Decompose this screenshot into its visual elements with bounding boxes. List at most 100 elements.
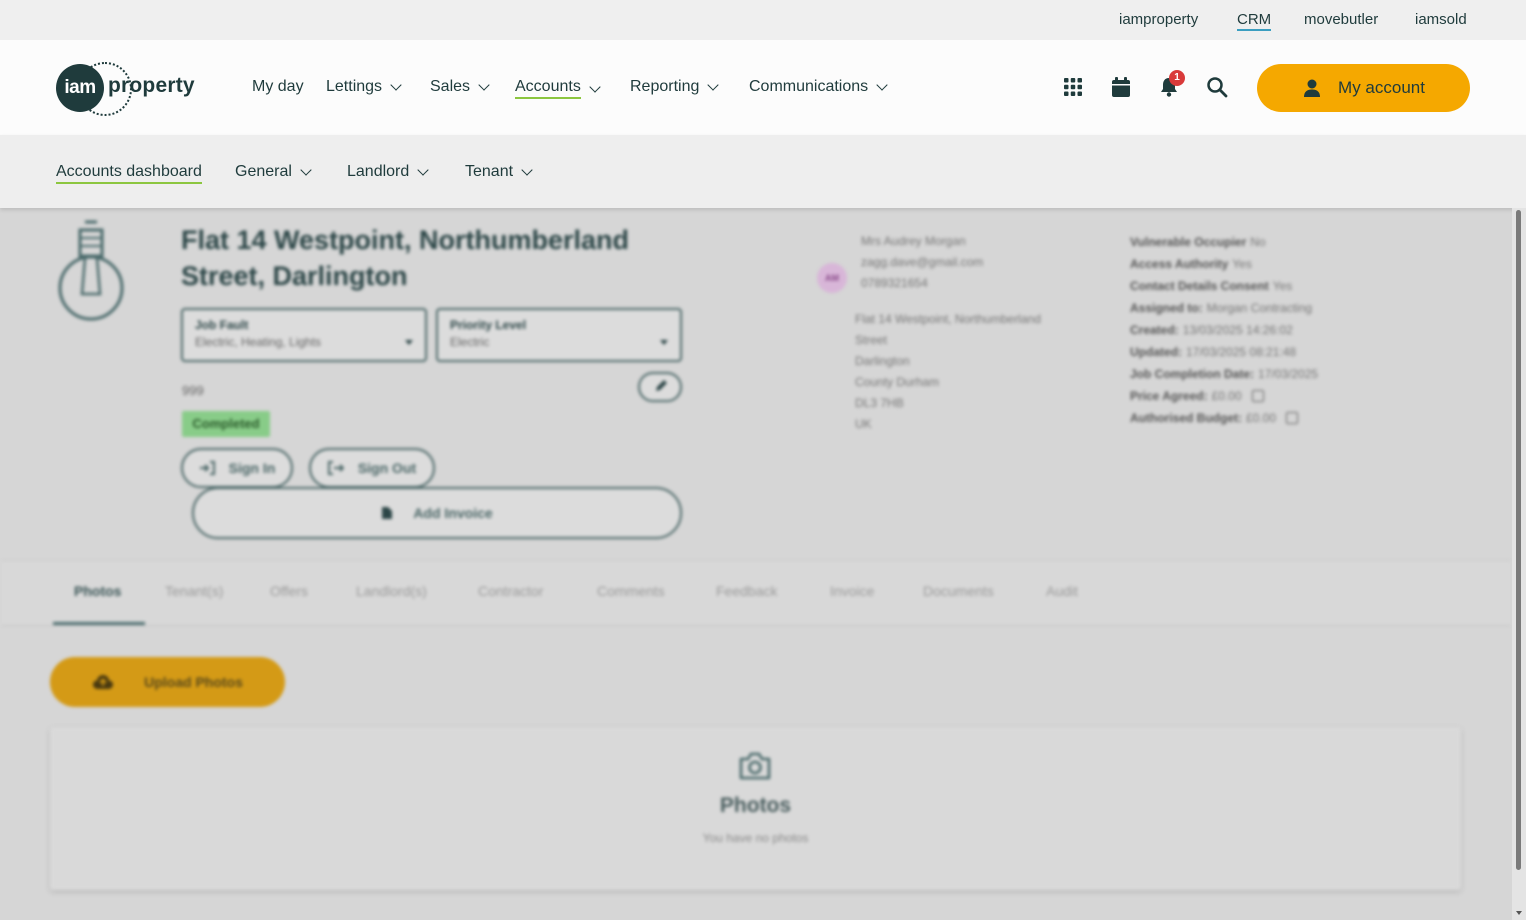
job-title: Flat 14 Westpoint, Northumberland Street…	[181, 222, 651, 294]
chevron-down-icon	[390, 79, 402, 91]
calendar-icon[interactable]	[1110, 76, 1132, 98]
scroll-down-icon[interactable]	[1516, 911, 1522, 915]
nav-accounts[interactable]: Accounts	[515, 78, 601, 99]
tab-documents[interactable]: Documents	[923, 583, 994, 599]
search-icon[interactable]	[1206, 76, 1228, 98]
priority-level-select[interactable]: Priority Level Electric	[436, 308, 682, 362]
meta-created: Created: 13/03/2025 14:26:02	[1130, 323, 1293, 337]
utility-link-iamproperty[interactable]: iamproperty	[1119, 11, 1198, 28]
user-icon	[1304, 79, 1321, 97]
meta-label: Authorised Budget:	[1130, 411, 1242, 425]
my-account-button[interactable]: My account	[1257, 64, 1470, 112]
utility-link-crm[interactable]: CRM	[1237, 11, 1272, 31]
notification-badge: 1	[1169, 70, 1185, 86]
cloud-upload-icon	[93, 675, 114, 689]
scrollbar-thumb[interactable]	[1516, 210, 1521, 870]
sign-in-button[interactable]: Sign In	[181, 448, 293, 488]
subnav-tenant[interactable]: Tenant	[465, 163, 533, 181]
active-tab-indicator	[53, 622, 145, 625]
subnav-label: Landlord	[347, 163, 410, 180]
meta-value: Yes	[1232, 257, 1252, 271]
meta-value: 13/03/2025 14:26:02	[1182, 323, 1293, 337]
nav-communications[interactable]: Communications	[749, 78, 888, 96]
logo-mark: iam	[56, 64, 104, 112]
chevron-down-icon	[417, 164, 429, 176]
apps-grid-icon[interactable]	[1062, 76, 1084, 98]
job-fault-label: Job Fault	[195, 318, 249, 332]
tab-tenants[interactable]: Tenant(s)	[165, 583, 223, 599]
tab-invoice[interactable]: Invoice	[830, 583, 874, 599]
edit-icon[interactable]	[1251, 390, 1264, 402]
meta-assigned-to: Assigned to: Morgan Contracting	[1130, 301, 1312, 315]
meta-label: Price Agreed:	[1130, 389, 1208, 403]
chevron-down-icon	[589, 80, 601, 93]
upload-photos-label: Upload Photos	[144, 674, 243, 690]
logo[interactable]: iam property	[56, 62, 206, 116]
address-line: DL3 7HB	[855, 396, 904, 410]
edit-icon[interactable]	[1286, 412, 1299, 424]
tab-audit[interactable]: Audit	[1046, 583, 1078, 599]
nav-lettings[interactable]: Lettings	[326, 78, 402, 96]
job-title-line-1: Flat 14 Westpoint, Northumberland	[181, 225, 630, 255]
tab-feedback[interactable]: Feedback	[716, 583, 777, 599]
tenant-name: Mrs Audrey Morgan	[861, 234, 966, 248]
nav-my-day[interactable]: My day	[252, 78, 304, 96]
subnav-accounts-dashboard[interactable]: Accounts dashboard	[56, 163, 202, 184]
tenant-email[interactable]: zagg.dave@gmail.com	[861, 255, 983, 269]
meta-value: Yes	[1272, 279, 1293, 293]
meta-label: Assigned to:	[1130, 301, 1203, 315]
job-reference: 999	[182, 383, 204, 398]
tab-photos[interactable]: Photos	[74, 583, 121, 599]
nav-reporting[interactable]: Reporting	[630, 78, 720, 96]
add-invoice-button[interactable]: Add Invoice	[192, 487, 682, 539]
chevron-down-icon	[300, 164, 312, 176]
meta-value: 17/03/2025	[1258, 367, 1319, 381]
file-icon	[382, 507, 393, 519]
nav-sales[interactable]: Sales	[430, 78, 490, 96]
sign-out-button[interactable]: Sign Out	[309, 448, 435, 488]
subnav-general[interactable]: General	[235, 163, 312, 181]
photos-title: Photos	[719, 794, 792, 817]
subnav-label: Tenant	[465, 163, 514, 180]
meta-value: £0.00	[1211, 389, 1242, 403]
subnav-label: Accounts dashboard	[56, 163, 202, 184]
tenant-phone[interactable]: 0789321654	[861, 276, 928, 290]
meta-value: 17/03/2025 08:21:48	[1186, 345, 1297, 359]
scrollbar[interactable]	[1512, 208, 1526, 920]
chevron-down-icon	[478, 79, 490, 91]
subnav-label: General	[235, 163, 292, 180]
caret-down-icon	[405, 340, 413, 345]
add-invoice-label: Add Invoice	[413, 505, 493, 521]
meta-vulnerable-occupier: Vulnerable Occupier No	[1130, 235, 1266, 249]
tab-landlords[interactable]: Landlord(s)	[356, 583, 427, 599]
meta-label: Contact Details Consent	[1130, 279, 1269, 293]
nav-label: Sales	[430, 78, 471, 95]
nav-label: Communications	[749, 78, 869, 95]
camera-icon	[739, 752, 771, 780]
upload-photos-button[interactable]: Upload Photos	[50, 657, 285, 707]
meta-label: Job Completion Date:	[1130, 367, 1255, 381]
main-header: iam property My day Lettings Sales Accou…	[0, 40, 1526, 135]
lightbulb-icon	[58, 220, 124, 321]
edit-button[interactable]	[638, 372, 682, 402]
nav-label: Reporting	[630, 78, 700, 95]
chevron-down-icon	[876, 79, 888, 91]
tab-comments[interactable]: Comments	[597, 583, 665, 599]
utility-link-iamsold[interactable]: iamsold	[1415, 11, 1467, 28]
sign-in-label: Sign In	[228, 460, 276, 476]
meta-value: £0.00	[1246, 411, 1277, 425]
job-fault-select[interactable]: Job Fault Electric, Heating, Lights	[181, 308, 427, 362]
subnav-landlord[interactable]: Landlord	[347, 163, 429, 181]
utility-link-movebutler[interactable]: movebutler	[1304, 11, 1378, 28]
caret-down-icon	[660, 340, 668, 345]
job-content: Flat 14 Westpoint, Northumberland Street…	[0, 208, 1512, 920]
tab-contractor[interactable]: Contractor	[478, 583, 543, 599]
meta-label: Created:	[1130, 323, 1179, 337]
tab-offers[interactable]: Offers	[270, 583, 308, 599]
nav-label: Lettings	[326, 78, 383, 95]
meta-label: Vulnerable Occupier	[1130, 235, 1247, 249]
address-line: UK	[855, 417, 872, 431]
priority-level-label: Priority Level	[450, 318, 527, 332]
address-line: Street	[855, 333, 888, 347]
meta-value: Morgan Contracting	[1206, 301, 1313, 315]
